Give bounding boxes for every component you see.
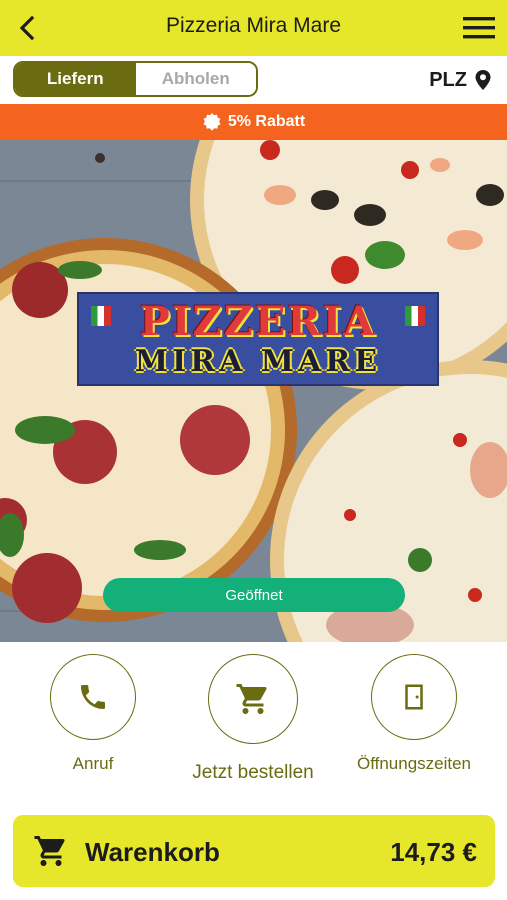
logo-text-pizzeria: PIZZERIA <box>139 298 377 345</box>
top-app-bar: Pizzeria Mira Mare <box>0 0 507 56</box>
postal-code-label: PLZ <box>429 68 467 91</box>
location-pin-icon <box>475 70 491 90</box>
door-icon <box>405 684 423 710</box>
quick-actions: Anruf Jetzt bestellen Öffnungszeiten <box>0 642 507 802</box>
postal-code-button[interactable]: PLZ <box>429 66 493 94</box>
cart-label: Warenkorb <box>85 837 220 867</box>
order-now-label: Jetzt bestellen <box>192 762 314 783</box>
tab-abholen[interactable]: Abholen <box>135 63 256 95</box>
shopping-cart-icon <box>34 836 65 866</box>
cart-button[interactable]: Warenkorb 14,73 € <box>13 815 495 887</box>
order-now-button[interactable] <box>208 654 298 744</box>
hero-image: PIZZERIA MIRA MARE Geöffnet <box>0 140 507 642</box>
menu-button[interactable] <box>461 12 497 44</box>
opening-hours-label: Öffnungszeiten <box>356 754 472 773</box>
opening-hours-button[interactable] <box>371 654 457 740</box>
call-button[interactable] <box>50 654 136 740</box>
order-mode-toggle: Liefern Abholen <box>13 61 258 97</box>
shopping-cart-icon <box>236 684 267 714</box>
page-title: Pizzeria Mira Mare <box>165 14 342 37</box>
order-mode-row: Liefern Abholen PLZ <box>0 56 507 104</box>
cart-total: 14,73 € <box>390 837 477 867</box>
badge-icon <box>203 113 221 131</box>
phone-icon <box>81 685 105 709</box>
restaurant-logo: PIZZERIA MIRA MARE <box>77 292 439 386</box>
tab-liefern[interactable]: Liefern <box>15 63 136 95</box>
discount-banner: 5% Rabatt <box>0 104 507 140</box>
hamburger-menu-icon <box>463 17 495 39</box>
discount-text: 5% Rabatt <box>227 113 306 130</box>
call-label: Anruf <box>72 754 114 773</box>
logo-text-name: MIRA MARE <box>134 344 382 379</box>
open-status-badge: Geöffnet <box>103 578 405 612</box>
pizza-photo <box>0 140 507 642</box>
